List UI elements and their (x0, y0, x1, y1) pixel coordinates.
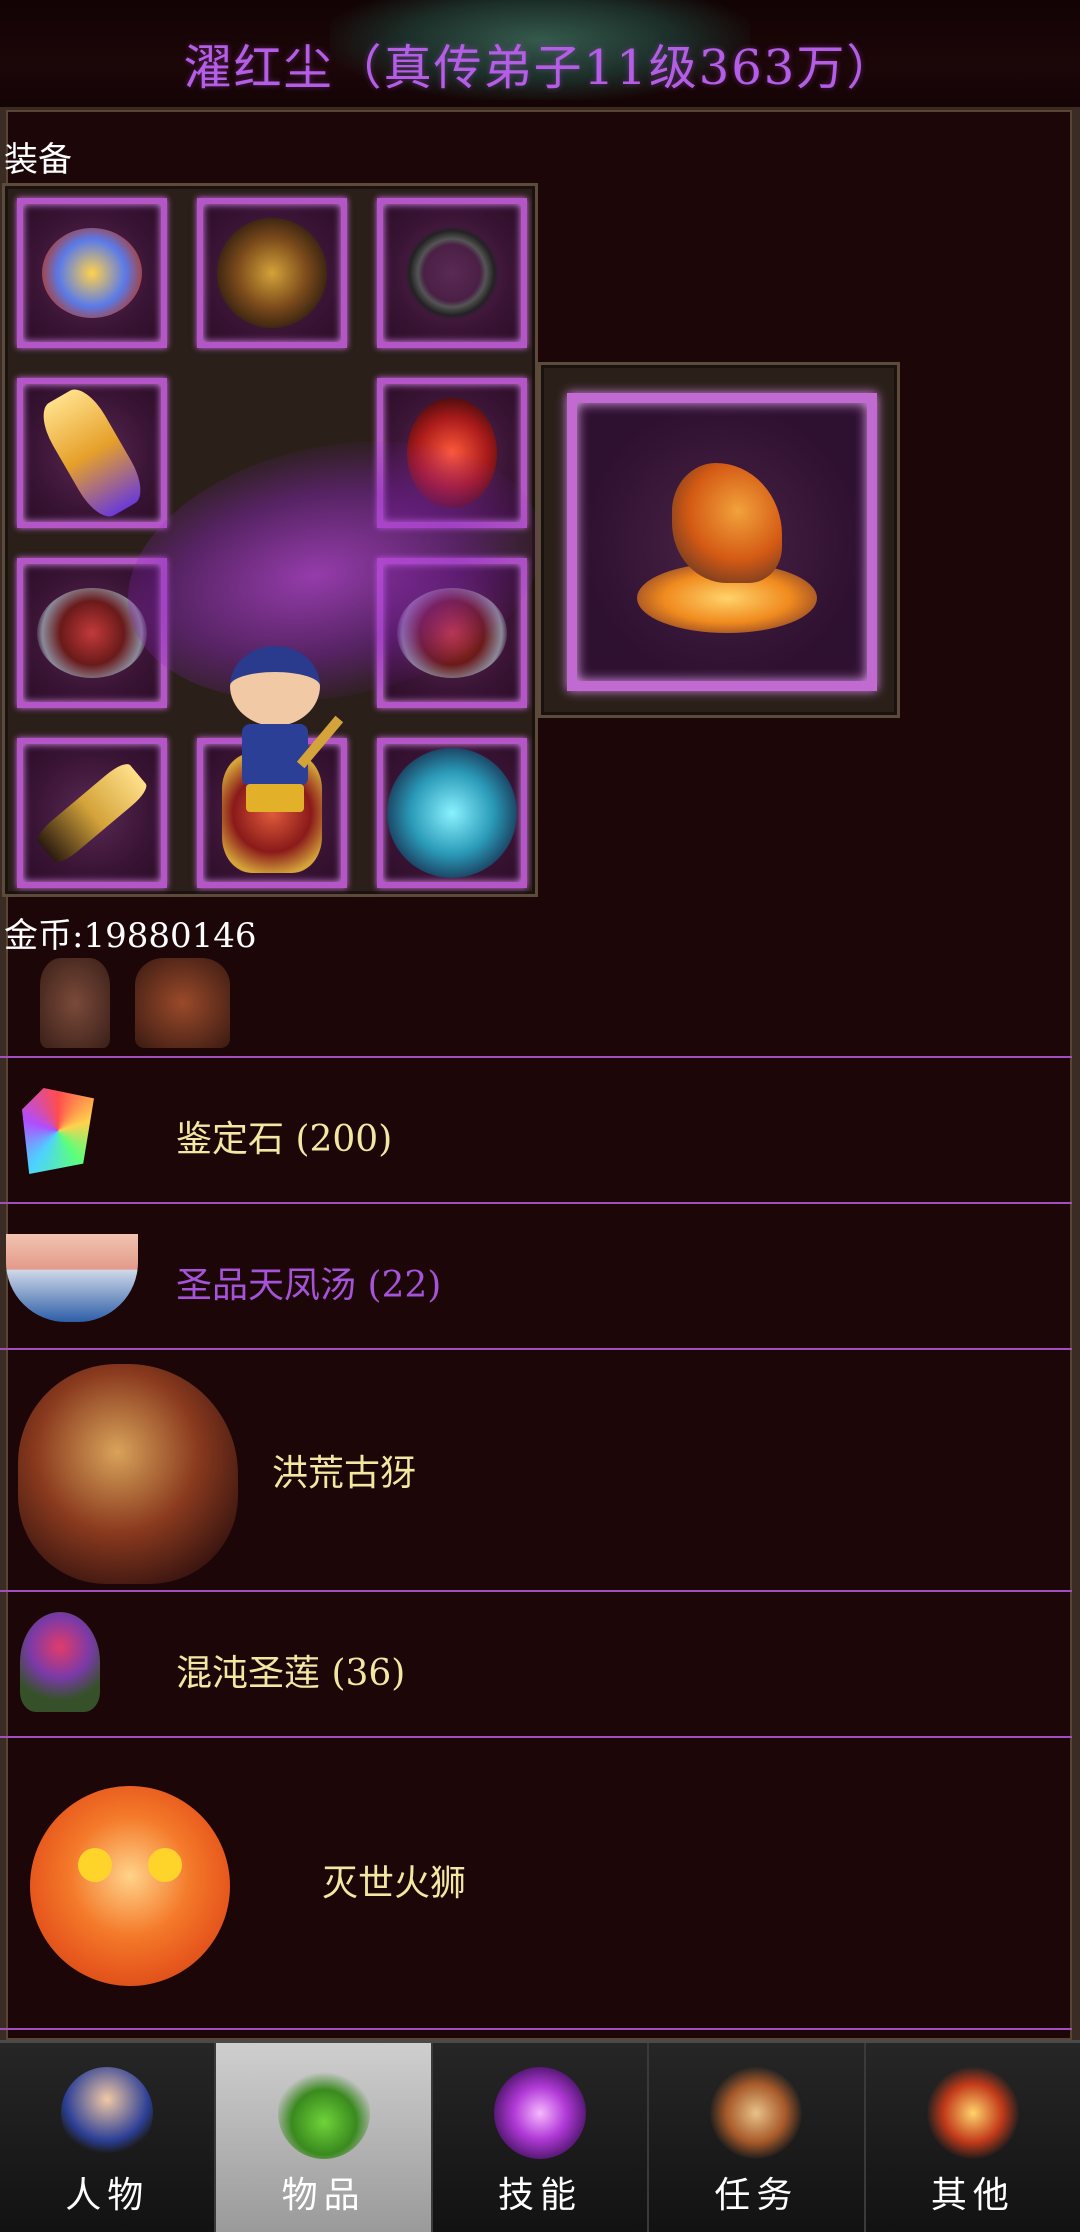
tab-quests[interactable]: 任务 (649, 2043, 866, 2232)
equipment-panel (2, 183, 567, 897)
hero-legs (246, 784, 304, 812)
list-item[interactable]: 鉴定石 (200) (0, 1058, 1072, 1204)
character-title: 濯红尘（真传弟子11级363万） (183, 40, 897, 96)
list-item[interactable]: 灭世火狮 (0, 1738, 1072, 2030)
tab-label: 任务 (714, 2175, 799, 2216)
potion-icon (277, 2067, 370, 2159)
skill-orb-icon (494, 2067, 587, 2159)
title-bar: 濯红尘（真传弟子11级363万） (0, 0, 1080, 110)
boots-icon (40, 958, 110, 1048)
ancient-beast-icon (18, 1364, 238, 1584)
list-item[interactable]: 洪荒古犽 (0, 1350, 1072, 1592)
equip-slot-necklace[interactable] (377, 198, 527, 348)
holy-lotus-icon (20, 1612, 100, 1712)
tab-label: 其他 (930, 2175, 1015, 2216)
item-label: 洪荒古犽 (272, 1453, 417, 1494)
other-sword-icon (926, 2067, 1019, 2159)
item-label: 鉴定石 (200) (176, 1119, 393, 1160)
character-avatar (220, 646, 344, 816)
list-item[interactable]: 圣品天凤汤 (22) (0, 1204, 1072, 1350)
tab-label: 物品 (281, 2175, 366, 2216)
soup-bowl-icon (6, 1234, 138, 1322)
fire-lion-icon (30, 1786, 230, 1986)
hero-body (242, 724, 308, 786)
tab-label: 技能 (498, 2175, 583, 2216)
tab-label: 人物 (65, 2175, 150, 2216)
item-label: 混沌圣莲 (36) (176, 1653, 406, 1694)
blue-wolf-icon (387, 748, 517, 878)
list-item[interactable]: 混沌圣莲 (36) (0, 1592, 1072, 1738)
winged-helmet-icon (42, 228, 142, 318)
tab-items[interactable]: 物品 (216, 2043, 433, 2232)
necklace-icon (402, 223, 502, 323)
character-icon (61, 2067, 154, 2159)
equip-slot-armor[interactable] (197, 198, 347, 348)
list-item[interactable] (0, 950, 1072, 1058)
boots-icon (135, 958, 230, 1048)
rainbow-gem-icon (22, 1088, 94, 1174)
tab-other[interactable]: 其他 (865, 2043, 1080, 2232)
tab-skills[interactable]: 技能 (432, 2043, 650, 2232)
bottom-nav: 人物 物品 技能 任务 其他 (0, 2040, 1080, 2232)
pet-panel (538, 362, 900, 718)
golden-sword-icon (33, 381, 151, 525)
hero-head (230, 646, 320, 726)
pet-slot[interactable] (567, 393, 877, 691)
fire-beast-icon (672, 463, 782, 583)
quest-icon (710, 2067, 803, 2159)
equipment-section-label: 装备 (4, 140, 72, 180)
equip-slot-dagger[interactable] (17, 738, 167, 888)
dagger-icon (33, 759, 151, 867)
equip-slot-helmet[interactable] (17, 198, 167, 348)
item-label: 圣品天凤汤 (22) (176, 1265, 442, 1306)
item-label: 灭世火狮 (322, 1863, 467, 1904)
equip-slot-mount[interactable] (377, 738, 527, 888)
equip-slot-weapon[interactable] (17, 378, 167, 528)
dragon-armor-icon (217, 218, 327, 328)
tab-character[interactable]: 人物 (0, 2043, 217, 2232)
